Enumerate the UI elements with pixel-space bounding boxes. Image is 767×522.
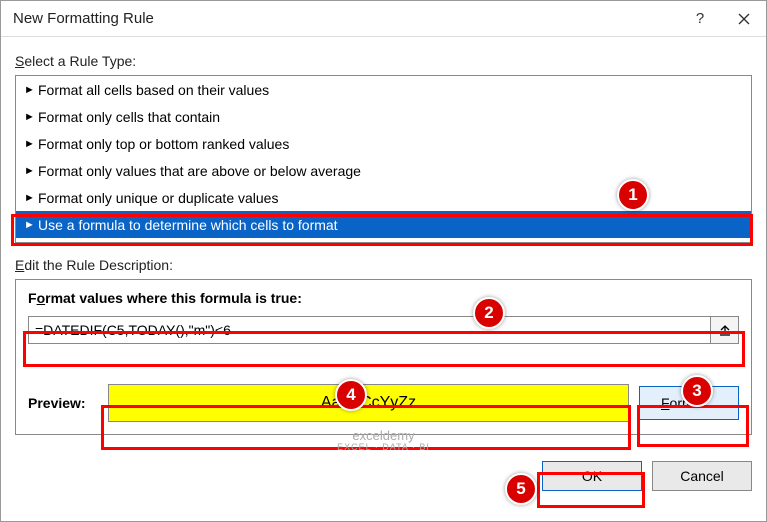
preview-sample: AaBbCcYyZz bbox=[108, 384, 629, 422]
rule-type-label: Format only unique or duplicate values bbox=[38, 190, 278, 206]
rule-type-item[interactable]: ►Format only values that are above or be… bbox=[16, 157, 751, 184]
close-icon bbox=[738, 13, 750, 25]
rule-type-label: Format only top or bottom ranked values bbox=[38, 136, 289, 152]
range-picker-icon bbox=[718, 323, 732, 337]
bullet-icon: ► bbox=[24, 138, 38, 150]
bullet-icon: ► bbox=[24, 192, 38, 204]
bullet-icon: ► bbox=[24, 165, 38, 177]
bullet-icon: ► bbox=[24, 84, 38, 96]
preview-row: Preview: AaBbCcYyZz Format... bbox=[28, 384, 739, 422]
bullet-icon: ► bbox=[24, 111, 38, 123]
format-button[interactable]: Format... bbox=[639, 386, 739, 420]
select-rule-type-label: Select a Rule Type: bbox=[15, 53, 752, 69]
edit-rule-description-box: Format values where this formula is true… bbox=[15, 279, 752, 435]
dialog-button-row: OK Cancel bbox=[1, 447, 766, 491]
rule-type-label: Format all cells based on their values bbox=[38, 82, 269, 98]
formula-input[interactable] bbox=[28, 316, 711, 344]
formula-row bbox=[28, 316, 739, 344]
rule-type-item[interactable]: ►Format only cells that contain bbox=[16, 103, 751, 130]
edit-rule-description-label: Edit the Rule Description: bbox=[15, 257, 752, 273]
rule-type-item-selected[interactable]: ►Use a formula to determine which cells … bbox=[16, 211, 751, 238]
rule-type-item[interactable]: ►Format only top or bottom ranked values bbox=[16, 130, 751, 157]
rule-type-label: Format only cells that contain bbox=[38, 109, 220, 125]
title-bar: New Formatting Rule ? bbox=[1, 1, 766, 37]
rule-type-label: Format only values that are above or bel… bbox=[38, 163, 361, 179]
help-button[interactable]: ? bbox=[678, 1, 722, 37]
range-picker-button[interactable] bbox=[711, 316, 739, 344]
rule-type-item[interactable]: ►Format all cells based on their values bbox=[16, 76, 751, 103]
dialog-new-formatting-rule: New Formatting Rule ? Select a Rule Type… bbox=[0, 0, 767, 522]
preview-label: Preview: bbox=[28, 395, 98, 411]
format-values-label: Format values where this formula is true… bbox=[28, 290, 739, 306]
preview-text: AaBbCcYyZz bbox=[321, 394, 416, 412]
cancel-button[interactable]: Cancel bbox=[652, 461, 752, 491]
rule-type-label: Use a formula to determine which cells t… bbox=[38, 217, 338, 233]
rule-type-item[interactable]: ►Format only unique or duplicate values bbox=[16, 184, 751, 211]
rule-type-list[interactable]: ►Format all cells based on their values … bbox=[15, 75, 752, 243]
ok-button[interactable]: OK bbox=[542, 461, 642, 491]
bullet-icon: ► bbox=[24, 219, 38, 231]
close-button[interactable] bbox=[722, 1, 766, 37]
dialog-title: New Formatting Rule bbox=[13, 10, 678, 27]
dialog-content: Select a Rule Type: ►Format all cells ba… bbox=[1, 37, 766, 447]
